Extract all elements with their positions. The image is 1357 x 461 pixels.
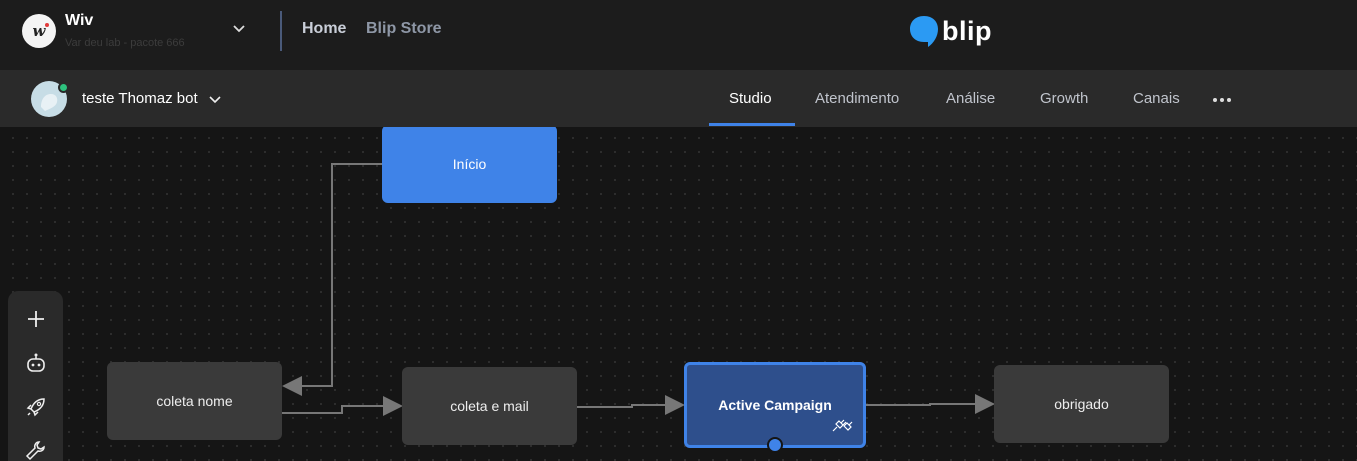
tab-atendimento[interactable]: Atendimento <box>815 90 899 107</box>
org-subtitle: Var deu lab - pacote 666 <box>65 37 185 49</box>
block-coleta-nome[interactable]: coleta nome <box>107 362 282 440</box>
brand-name: blip <box>942 15 992 46</box>
org-logo[interactable]: w <box>22 14 56 48</box>
edge-active-campaign-to-obrigado <box>866 394 995 414</box>
speech-bubble-icon <box>910 16 938 47</box>
canvas-toolbar <box>8 291 63 461</box>
bot-icon[interactable] <box>24 351 48 375</box>
block-inicio[interactable]: Início <box>382 127 557 203</box>
active-tab-indicator <box>709 123 795 126</box>
edge-inicio-to-coleta-nome <box>282 163 382 396</box>
chevron-down-icon[interactable] <box>230 20 248 38</box>
nav-blip-store-link[interactable]: Blip Store <box>366 20 442 38</box>
connection-handle[interactable] <box>767 437 783 453</box>
tab-analise[interactable]: Análise <box>946 90 995 107</box>
bot-name[interactable]: teste Thomaz bot <box>82 90 198 107</box>
bot-bar: teste Thomaz bot Studio Atendimento Anál… <box>0 71 1357 127</box>
block-active-campaign[interactable]: Active Campaign <box>684 362 866 448</box>
top-bar: w Wiv Var deu lab - pacote 666 Home Blip… <box>0 0 1357 71</box>
plus-icon[interactable] <box>24 307 48 331</box>
block-coleta-mail[interactable]: coleta e mail <box>402 367 577 445</box>
org-name[interactable]: Wiv <box>65 12 93 30</box>
edge-coleta-mail-to-active-campaign <box>577 395 685 415</box>
blip-logo[interactable]: blip <box>909 14 992 48</box>
block-active-campaign-label: Active Campaign <box>718 397 832 413</box>
wrench-icon[interactable] <box>24 439 48 461</box>
tab-canais[interactable]: Canais <box>1133 90 1180 107</box>
nav-home-link[interactable]: Home <box>302 20 346 38</box>
chevron-down-icon[interactable] <box>208 92 222 106</box>
tab-studio[interactable]: Studio <box>729 90 772 107</box>
edge-coleta-nome-to-coleta-mail <box>282 396 403 416</box>
tab-growth[interactable]: Growth <box>1040 90 1088 107</box>
flow-canvas[interactable]: Início coleta nome coleta e mail Active … <box>0 127 1357 461</box>
online-status-dot <box>58 82 69 93</box>
rocket-icon[interactable] <box>24 395 48 419</box>
org-logo-letter: w <box>32 22 46 40</box>
more-options-icon[interactable] <box>1212 97 1232 103</box>
block-obrigado[interactable]: obrigado <box>994 365 1169 443</box>
plug-icon <box>832 419 853 432</box>
divider <box>280 11 282 51</box>
